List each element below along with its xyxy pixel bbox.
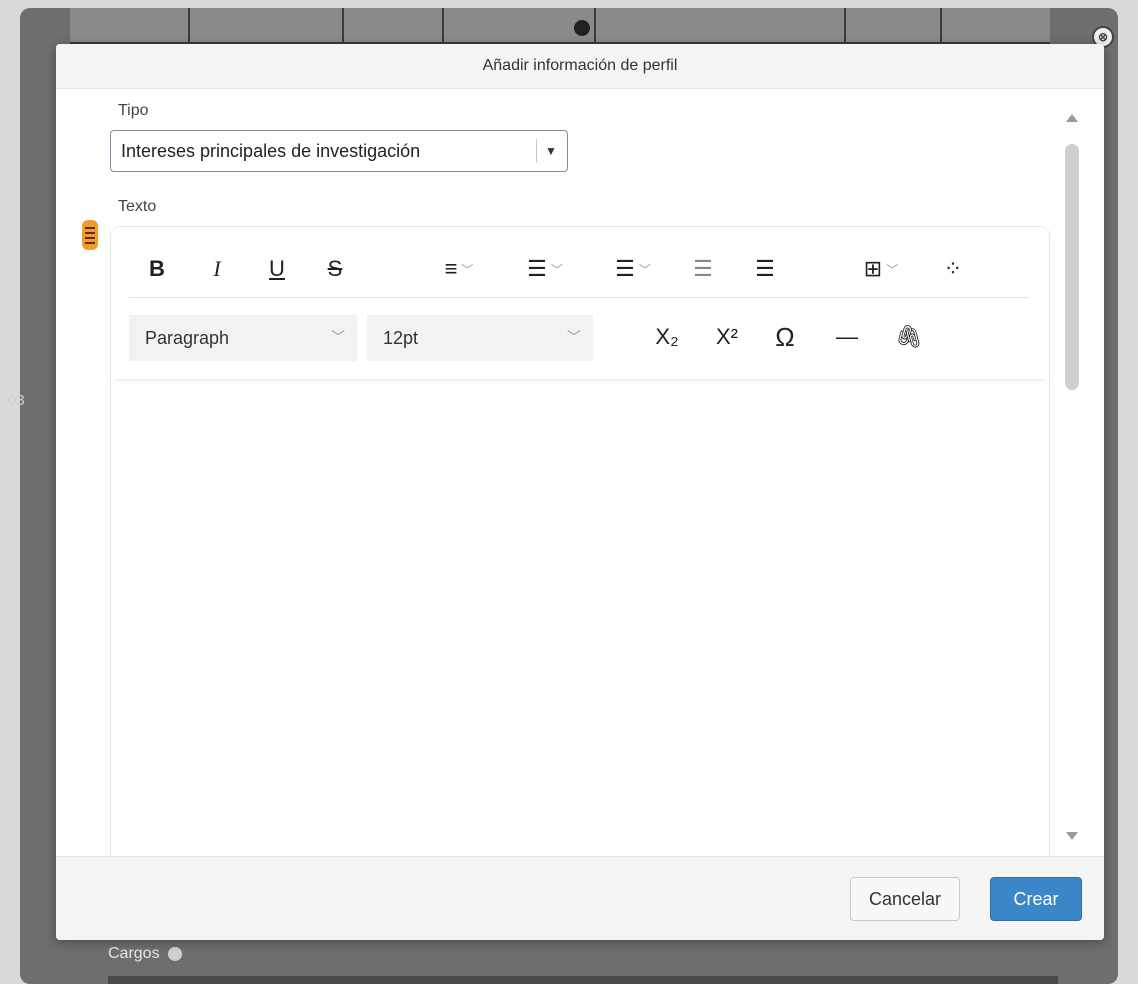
background-bottom-bar [108,976,1058,984]
format-select-value: Paragraph [145,327,230,348]
info-icon [167,947,182,961]
type-label: Tipo [118,102,149,119]
cargos-label: Cargos [108,945,160,962]
bullet-list-icon: ☰ [527,256,547,281]
cancel-button[interactable]: Cancelar [850,877,960,921]
strikethrough-icon: S [327,256,343,281]
table-divider [940,8,942,42]
outdent-button[interactable]: ☰ [689,253,717,285]
background-table-header [70,8,1050,44]
chevron-down-icon: ﹀ [886,262,899,277]
editor-text-area[interactable] [111,379,1049,867]
table-icon: ⊞ [863,256,883,281]
create-button[interactable]: Crear [990,877,1082,921]
align-button[interactable]: ≡ ﹀ [427,253,491,285]
subscript-button[interactable]: X₂ [647,321,687,353]
table-button[interactable]: ⊞ ﹀ [853,253,909,285]
scroll-down-arrow-icon[interactable] [1066,832,1078,840]
font-size-value: 12pt [383,327,419,348]
dialog-title: Añadir información de perfil [56,44,1104,89]
text-label: Texto [118,198,157,215]
blocks-icon: ⁘ [943,256,963,281]
chevron-down-icon: ﹀ [331,329,345,345]
numbered-list-button[interactable]: ☰ ﹀ [601,253,665,285]
editor-toolbar: B I U S ≡ ﹀ ☰ ﹀ ☰ ﹀ ☰ ☰ ⊞ ﹀ ⁘ Paragraph ﹀ [111,227,1049,379]
strikethrough-button[interactable]: S [321,253,349,285]
background-dot [574,20,590,36]
bold-icon: B [149,256,165,281]
outdent-icon: ☰ [693,256,713,281]
chevron-down-icon: ﹀ [638,262,651,277]
scroll-up-arrow-icon[interactable] [1066,114,1078,122]
italic-button[interactable]: I [203,253,231,285]
special-blocks-button[interactable]: ⁘ [937,253,969,285]
subscript-icon: X₂ [655,324,679,349]
underline-button[interactable]: U [263,253,291,285]
drag-handle-icon[interactable] [82,220,98,250]
indent-icon: ☰ [755,256,775,281]
dialog-body: Tipo Intereses principales de investigac… [56,88,1104,868]
horizontal-line-icon: — [836,324,858,349]
italic-icon: I [213,256,221,281]
dropdown-arrow-icon[interactable]: ▼ [545,144,567,158]
toolbar-row-style: Paragraph ﹀ 12pt ﹀ X₂ X² Ω — 🖇 [129,315,1029,363]
font-size-select[interactable]: 12pt ﹀ [367,315,593,361]
bullet-list-button[interactable]: ☰ ﹀ [513,253,577,285]
add-profile-info-dialog: Añadir información de perfil Tipo Intere… [56,44,1104,940]
table-divider [342,8,344,42]
select-separator [536,139,537,163]
align-left-icon: ≡ [444,256,458,281]
dialog-scrollbar[interactable] [1062,114,1082,844]
superscript-icon: X² [716,324,738,349]
chevron-down-icon: ﹀ [550,262,563,277]
format-select[interactable]: Paragraph ﹀ [129,315,357,361]
indent-button[interactable]: ☰ [751,253,779,285]
background-left-text: 03 [8,392,25,409]
chevron-down-icon: ﹀ [567,329,581,345]
table-divider [844,8,846,42]
bold-button[interactable]: B [143,253,171,285]
special-char-button[interactable]: Ω [769,321,801,353]
horizontal-rule-button[interactable]: — [831,321,863,353]
table-divider [594,8,596,42]
underline-icon: U [269,256,285,281]
toolbar-row-formatting: B I U S ≡ ﹀ ☰ ﹀ ☰ ﹀ ☰ ☰ ⊞ ﹀ ⁘ [129,243,1029,298]
rich-text-editor[interactable]: B I U S ≡ ﹀ ☰ ﹀ ☰ ﹀ ☰ ☰ ⊞ ﹀ ⁘ Paragraph ﹀ [110,226,1050,868]
type-select[interactable]: Intereses principales de investigación ▼ [110,130,568,172]
background-bottom-label: Cargos [108,945,182,963]
superscript-button[interactable]: X² [707,321,747,353]
chevron-down-icon: ﹀ [461,262,474,277]
table-divider [442,8,444,42]
dialog-footer: Cancelar Crear [56,856,1104,940]
type-select-value: Intereses principales de investigación [121,140,421,161]
link-button[interactable]: 🖇 [893,321,925,353]
paperclip-icon: 🖇 [895,324,923,349]
scrollbar-thumb[interactable] [1065,144,1079,390]
table-divider [188,8,190,42]
numbered-list-icon: ☰ [615,256,635,281]
omega-icon: Ω [775,321,795,352]
